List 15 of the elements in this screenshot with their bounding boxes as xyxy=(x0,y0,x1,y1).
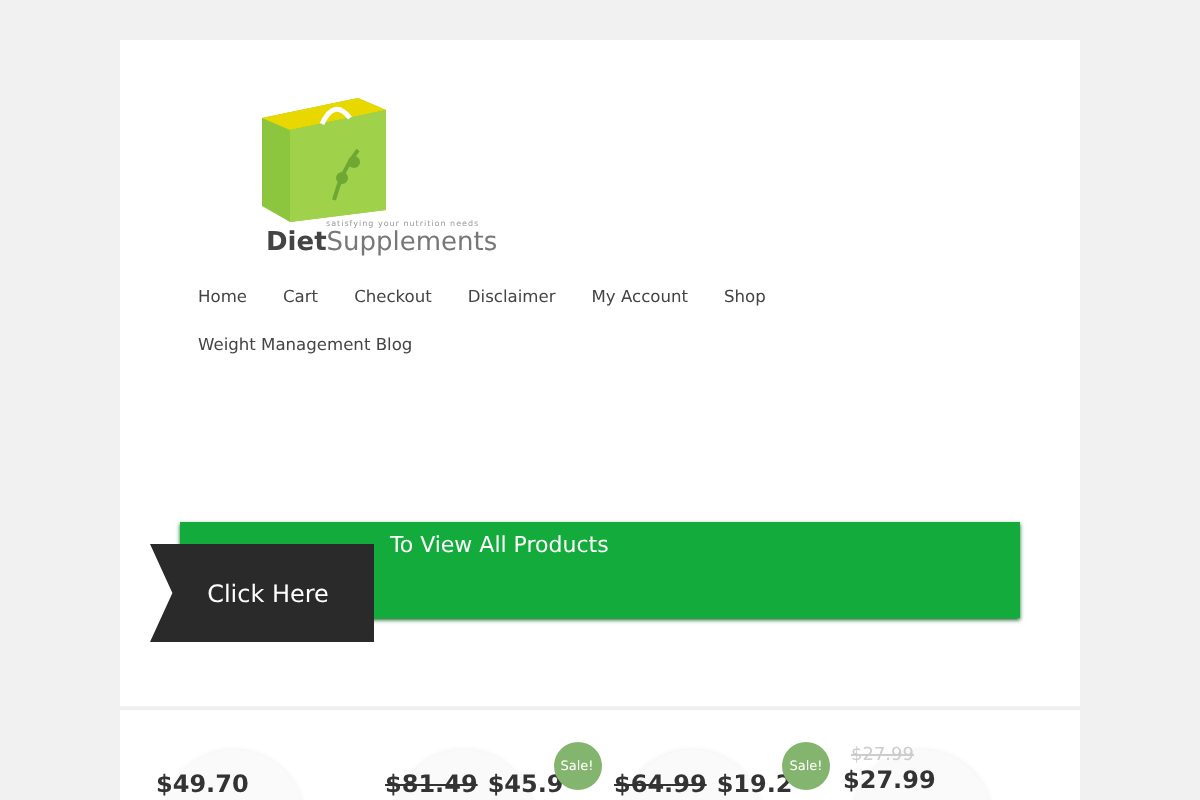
nav-link[interactable]: Shop xyxy=(705,278,784,314)
logo-wordmark: Supplements xyxy=(326,228,498,258)
click-here-button[interactable]: Click Here xyxy=(150,544,374,642)
banner-text: To View All Products xyxy=(390,534,609,558)
nav-link[interactable]: Weight Management Blog xyxy=(196,326,431,362)
nav-link[interactable]: Home xyxy=(196,278,266,314)
nav-link[interactable]: Disclaimer xyxy=(449,278,574,314)
nav-link[interactable]: Checkout xyxy=(336,278,450,314)
nav-link[interactable]: My Account xyxy=(573,278,706,314)
product-price: $49.70 xyxy=(156,770,249,798)
old-price: $64.99 xyxy=(614,770,707,798)
nav-link[interactable]: Cart xyxy=(265,278,337,314)
logo-wordmark: Diet xyxy=(266,228,327,258)
old-price: $81.49 xyxy=(385,770,478,798)
product-price: $27.99 xyxy=(843,766,936,794)
